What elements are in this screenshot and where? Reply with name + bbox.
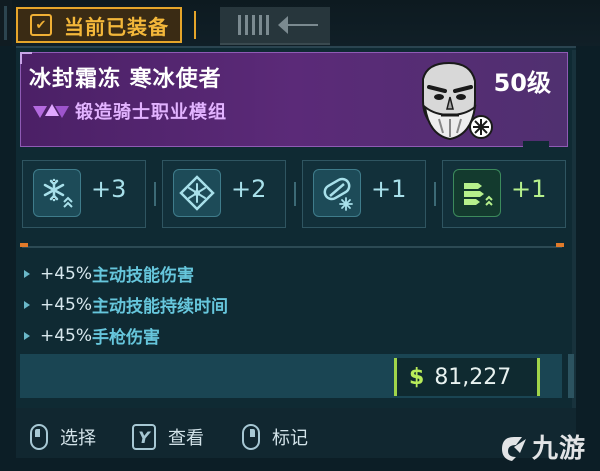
section-divider	[22, 246, 562, 248]
list-item: +45% 主动技能持续时间	[20, 289, 560, 320]
module-subtitle: 锻造骑士职业模组	[75, 102, 227, 123]
rarity-chevrons-icon	[33, 104, 69, 118]
y-key-icon: Y	[132, 424, 156, 450]
list-item: +45% 手枪伤害	[20, 320, 560, 351]
ammo-rounds-icon	[453, 169, 501, 217]
top-bar: ✔ 当前已装备	[0, 0, 600, 46]
stat-value: +3	[91, 175, 127, 203]
tab-current-equipped[interactable]: ✔ 当前已装备	[16, 7, 182, 43]
select-hint[interactable]: 选择	[30, 424, 96, 450]
bullet-icon	[24, 269, 30, 278]
tab-separator	[186, 7, 220, 43]
stat-value: +1	[371, 175, 407, 203]
tab-other[interactable]	[220, 7, 330, 45]
view-hint[interactable]: Y 查看	[132, 424, 204, 450]
effects-list: +45% 主动技能伤害 +45% 主动技能持续时间 +45% 手枪伤害	[20, 258, 560, 351]
mark-hint[interactable]: 标记	[242, 424, 308, 450]
grenade-cryo-icon	[313, 169, 361, 217]
bearded-skull-portrait-icon	[422, 61, 493, 141]
module-card[interactable]: 冰封霜冻 寒冰使者 锻造骑士职业模组 50级	[20, 52, 568, 147]
stat-box[interactable]: +3	[22, 160, 146, 228]
currency-icon: $	[409, 364, 425, 390]
stat-box[interactable]: +2	[162, 160, 286, 228]
stat-box[interactable]: +1	[302, 160, 426, 228]
stat-row: +3 +2 +1 +1	[22, 160, 570, 230]
watermark-logo-icon	[502, 436, 526, 461]
watermark: 九游	[498, 428, 586, 465]
module-level: 50级	[493, 69, 551, 97]
price-amount: 81,227	[434, 364, 512, 390]
module-class: 锻造骑士职业模组	[33, 99, 227, 123]
stat-box[interactable]: +1	[442, 160, 566, 228]
cryo-snowflake-icon	[33, 169, 81, 217]
left-mouse-icon	[30, 424, 48, 450]
bullet-icon	[24, 331, 30, 340]
chevron-left-icon	[278, 16, 288, 34]
stat-value: +2	[231, 175, 267, 203]
module-title: 冰封霜冻 寒冰使者	[29, 67, 222, 92]
comb-blade-icon	[238, 15, 272, 35]
list-item: +45% 主动技能伤害	[20, 258, 560, 289]
checkmark-box-icon: ✔	[30, 14, 52, 36]
cryo-target-icon	[173, 169, 221, 217]
tab-label: 当前已装备	[64, 14, 169, 39]
bullet-icon	[24, 300, 30, 309]
price-display: $ 81,227	[394, 358, 540, 396]
right-mouse-icon	[242, 424, 260, 450]
stat-value: +1	[511, 175, 547, 203]
left-decoration	[0, 0, 12, 46]
